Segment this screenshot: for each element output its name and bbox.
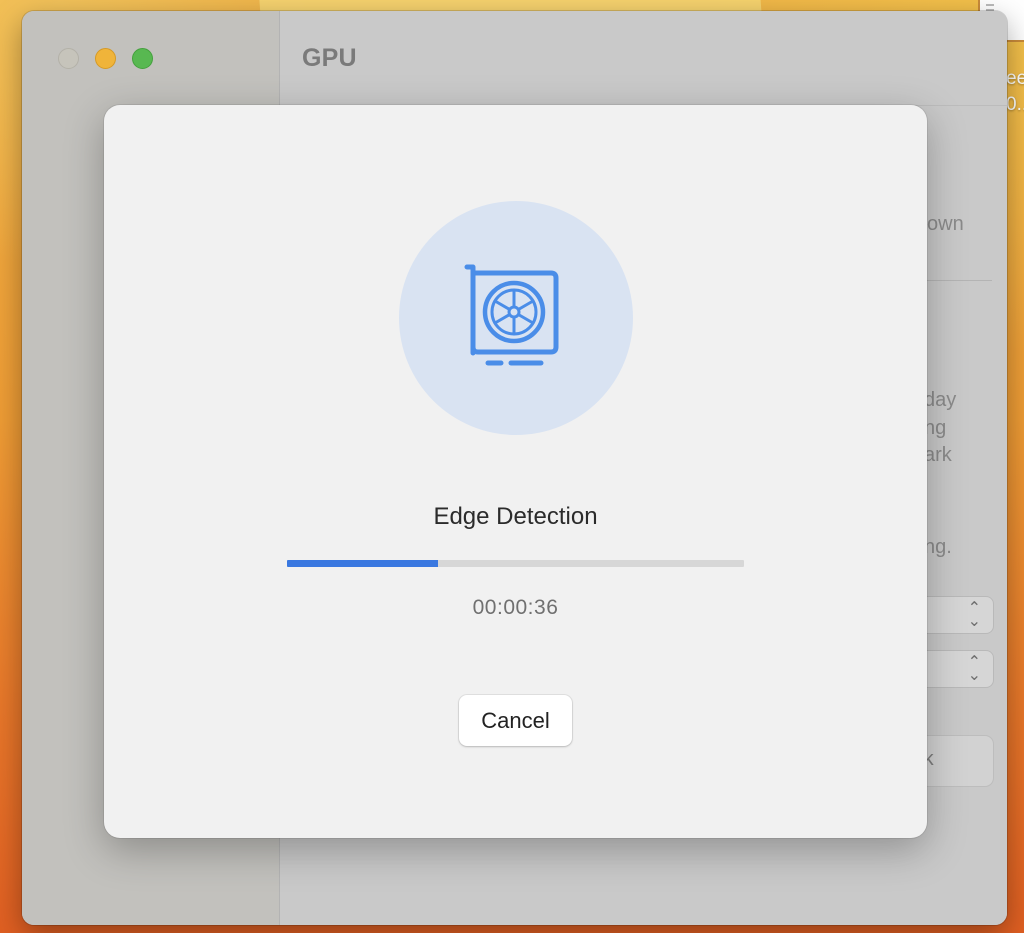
desktop-file-label-line2: 0...	[1006, 94, 1024, 115]
window-minimize-button[interactable]	[95, 48, 116, 69]
icon-background-circle	[399, 201, 633, 435]
window-close-button[interactable]	[58, 48, 79, 69]
chevron-up-down-icon: ⌃ ⌄	[967, 654, 981, 684]
task-title: Edge Detection	[433, 503, 598, 530]
chevron-up-down-icon: ⌃ ⌄	[967, 600, 981, 630]
background-text-fragment: ng	[924, 417, 947, 439]
background-text-fragment: ng.	[924, 536, 952, 558]
background-text-fragment: own	[927, 213, 964, 235]
background-text-fragment: day	[924, 389, 957, 411]
window-title: GPU	[302, 44, 357, 72]
window-zoom-button[interactable]	[132, 48, 153, 69]
elapsed-time: 00:00:36	[472, 596, 559, 619]
gpu-card-icon	[464, 264, 559, 366]
progress-bar	[287, 560, 744, 567]
desktop-file-label[interactable]: ee 0...	[1006, 66, 1024, 118]
desktop-file-label-line1: ee	[1006, 68, 1024, 89]
cancel-button[interactable]: Cancel	[459, 695, 572, 746]
progress-bar-fill	[287, 560, 438, 567]
background-text-fragment: ark	[924, 444, 952, 466]
progress-dialog: Edge Detection 00:00:36 Cancel	[104, 105, 927, 838]
